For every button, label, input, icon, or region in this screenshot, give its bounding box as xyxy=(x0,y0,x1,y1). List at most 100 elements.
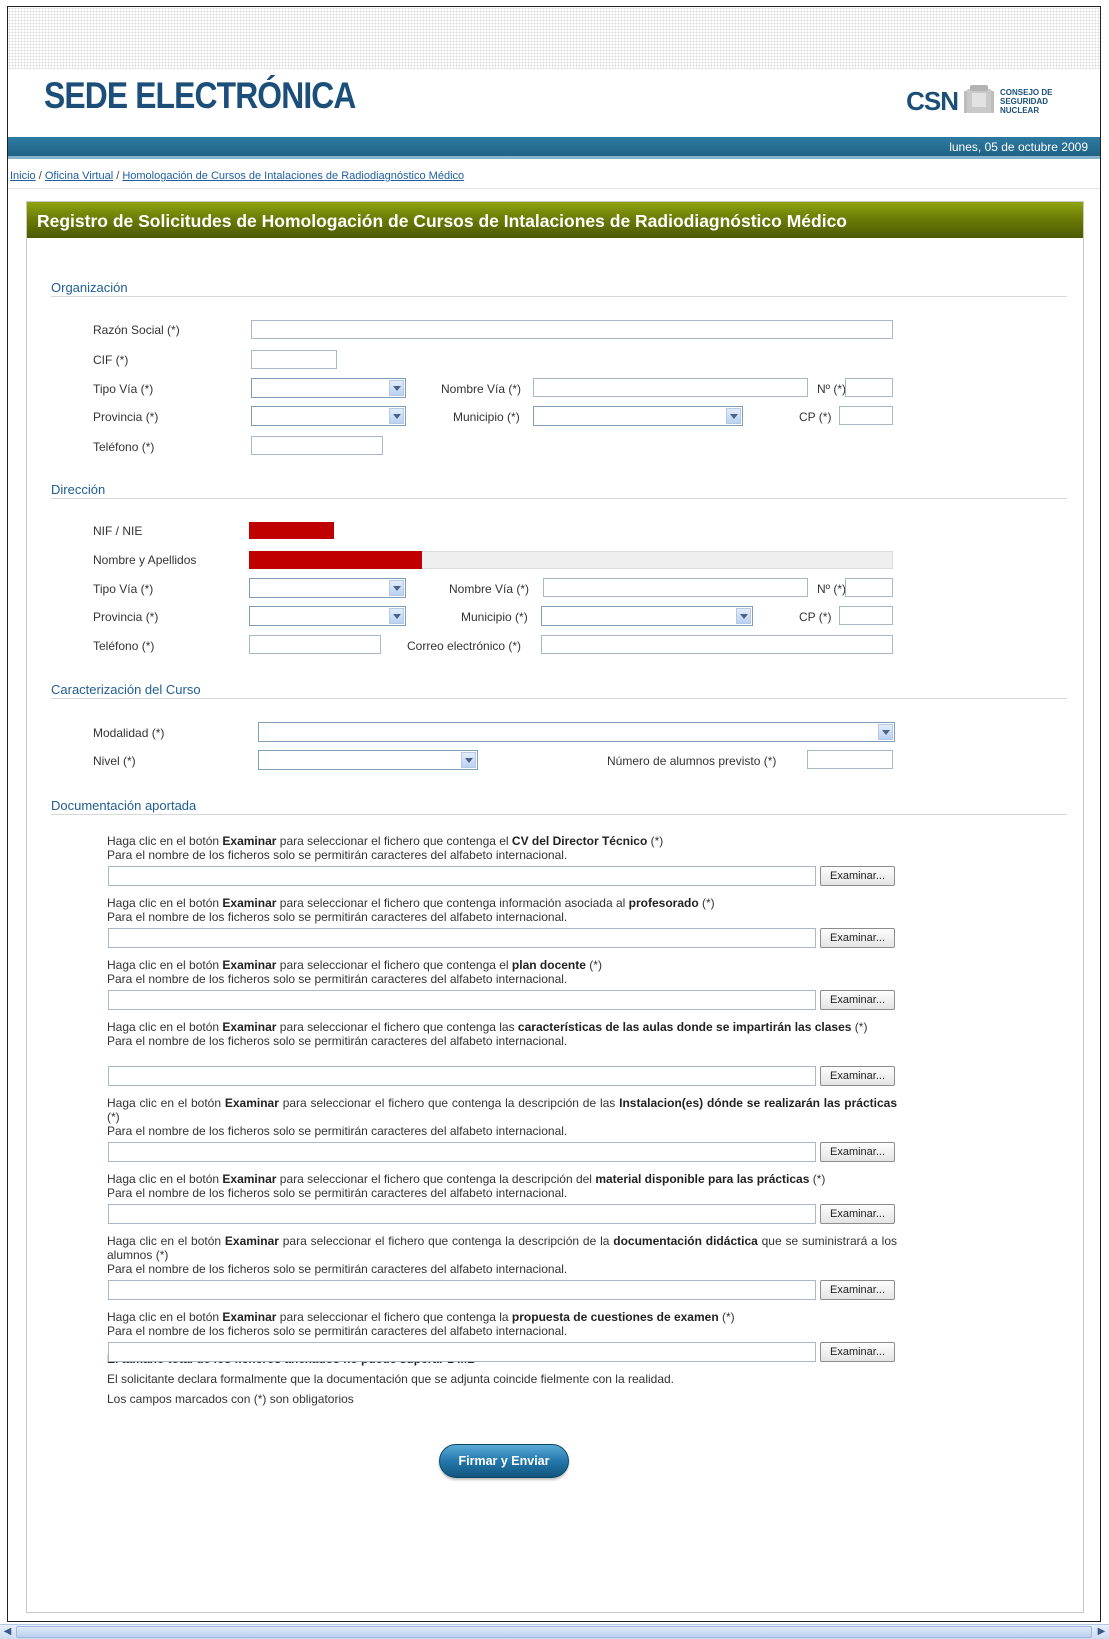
filename-note: Para el nombre de los ficheros solo se p… xyxy=(107,910,568,924)
document-instruction: Haga clic en el botón Examinar para sele… xyxy=(107,1172,897,1200)
chevron-down-icon xyxy=(726,408,741,424)
document-instruction: Haga clic en el botón Examinar para sele… xyxy=(107,834,897,862)
org-provincia-select[interactable] xyxy=(251,406,406,426)
examinar-button[interactable]: Examinar... xyxy=(820,1280,895,1300)
required-marker: (*) xyxy=(647,834,664,848)
label-numero: Nº (*) xyxy=(817,382,847,396)
label-nif: NIF / NIE xyxy=(93,524,143,538)
file-path-input[interactable] xyxy=(108,1280,816,1300)
label-telefono: Teléfono (*) xyxy=(93,639,155,653)
org-cp-input[interactable] xyxy=(839,406,893,425)
examinar-button[interactable]: Examinar... xyxy=(820,866,895,886)
file-path-input[interactable] xyxy=(108,928,816,948)
firmar-enviar-button[interactable]: Firmar y Enviar xyxy=(439,1444,569,1478)
label-provincia: Provincia (*) xyxy=(93,610,159,624)
instruction-text: para seleccionar el fichero que contenga… xyxy=(276,896,629,910)
breadcrumb-homologacion[interactable]: Homologación de Cursos de Intalaciones d… xyxy=(122,170,464,182)
dir-tipo-via-select[interactable] xyxy=(249,578,406,598)
filename-note: Para el nombre de los ficheros solo se p… xyxy=(107,972,568,986)
dir-telefono-input[interactable] xyxy=(249,635,381,654)
current-date: lunes, 05 de octubre 2009 xyxy=(949,140,1088,154)
dir-municipio-select[interactable] xyxy=(541,606,753,626)
scroll-right-icon[interactable]: ▶ xyxy=(1094,1625,1109,1639)
dir-provincia-select[interactable] xyxy=(249,606,406,626)
instruction-text: Haga clic en el botón xyxy=(107,1234,225,1248)
label-modalidad: Modalidad (*) xyxy=(93,726,165,740)
label-nombre-via: Nombre Vía (*) xyxy=(449,582,530,596)
dir-cp-input[interactable] xyxy=(839,606,893,625)
examinar-button[interactable]: Examinar... xyxy=(820,928,895,948)
file-path-input[interactable] xyxy=(108,1342,816,1362)
document-instruction: Haga clic en el botón Examinar para sele… xyxy=(107,958,897,986)
alumnos-input[interactable] xyxy=(807,750,893,769)
breadcrumb-inicio[interactable]: Inicio xyxy=(10,170,36,182)
org-municipio-select[interactable] xyxy=(533,406,743,426)
instruction-button-word: Examinar xyxy=(222,1310,277,1324)
instruction-button-word: Examinar xyxy=(222,1172,277,1186)
filename-note: Para el nombre de los ficheros solo se p… xyxy=(107,848,568,862)
dir-nombre-via-input[interactable] xyxy=(543,578,808,597)
label-cp: CP (*) xyxy=(799,610,832,624)
filename-note: Para el nombre de los ficheros solo se p… xyxy=(107,1186,568,1200)
scroll-left-icon[interactable]: ◀ xyxy=(0,1625,15,1639)
scroll-thumb[interactable] xyxy=(16,1626,1092,1638)
file-path-input[interactable] xyxy=(108,1204,816,1224)
logo-text: CONSEJO DE SEGURIDAD NUCLEAR xyxy=(1000,87,1053,115)
examinar-button[interactable]: Examinar... xyxy=(820,1342,895,1362)
instruction-text: para seleccionar el fichero que contenga… xyxy=(276,834,512,848)
file-path-input[interactable] xyxy=(108,866,816,886)
cif-input[interactable] xyxy=(251,350,337,369)
horizontal-scrollbar[interactable]: ◀ ▶ xyxy=(0,1624,1109,1639)
document-type: plan docente xyxy=(511,958,586,972)
chevron-down-icon xyxy=(389,608,404,624)
label-numero: Nº (*) xyxy=(817,582,847,596)
chevron-down-icon xyxy=(389,580,404,596)
required-marker: (*) xyxy=(585,958,602,972)
form-panel: Registro de Solicitudes de Homologación … xyxy=(26,201,1084,1613)
instruction-button-word: Examinar xyxy=(224,1234,279,1248)
instruction-text: para seleccionar el fichero que contenga… xyxy=(276,1310,512,1324)
file-path-input[interactable] xyxy=(108,990,816,1010)
filename-note: Para el nombre de los ficheros solo se p… xyxy=(107,1124,568,1138)
instruction-text: Haga clic en el botón xyxy=(107,1096,225,1110)
label-municipio: Municipio (*) xyxy=(453,410,520,424)
breadcrumb-oficina-virtual[interactable]: Oficina Virtual xyxy=(45,170,113,182)
instruction-text: para seleccionar el fichero que contenga… xyxy=(276,1172,596,1186)
modalidad-select[interactable] xyxy=(258,722,895,742)
org-numero-input[interactable] xyxy=(845,378,893,397)
dir-correo-input[interactable] xyxy=(541,635,893,654)
instruction-button-word: Examinar xyxy=(222,834,277,848)
header-pattern xyxy=(8,7,1100,69)
document-type: profesorado xyxy=(628,896,699,910)
examinar-button[interactable]: Examinar... xyxy=(820,1066,895,1086)
required-marker: (*) xyxy=(152,1248,169,1262)
nif-redacted-value xyxy=(249,522,334,539)
chevron-down-icon xyxy=(389,408,404,424)
instruction-button-word: Examinar xyxy=(222,1020,277,1034)
examinar-button[interactable]: Examinar... xyxy=(820,1142,895,1162)
instruction-text: Haga clic en el botón xyxy=(107,958,223,972)
file-path-input[interactable] xyxy=(108,1066,816,1086)
razon-social-input[interactable] xyxy=(251,320,893,339)
org-tipo-via-select[interactable] xyxy=(251,378,406,398)
instruction-text: Haga clic en el botón xyxy=(107,834,223,848)
filename-note: Para el nombre de los ficheros solo se p… xyxy=(107,1262,568,1276)
document-instruction: Haga clic en el botón Examinar para sele… xyxy=(107,1020,897,1048)
document-instruction: Haga clic en el botón Examinar para sele… xyxy=(107,1096,897,1138)
csn-logo[interactable]: CSN CONSEJO DE SEGURIDAD NUCLEAR xyxy=(906,81,1082,121)
label-nombre-apellidos: Nombre y Apellidos xyxy=(93,553,197,567)
document-type: características de las aulas donde se im… xyxy=(517,1020,852,1034)
file-path-input[interactable] xyxy=(108,1142,816,1162)
label-provincia: Provincia (*) xyxy=(93,410,159,424)
section-documentacion: Documentación aportada xyxy=(51,798,197,813)
org-telefono-input[interactable] xyxy=(251,436,383,455)
examinar-button[interactable]: Examinar... xyxy=(820,990,895,1010)
examinar-button[interactable]: Examinar... xyxy=(820,1204,895,1224)
org-nombre-via-input[interactable] xyxy=(533,378,808,397)
nivel-select[interactable] xyxy=(258,750,478,770)
nombre-redacted-value xyxy=(249,551,422,569)
required-marker: (*) xyxy=(698,896,715,910)
label-cp: CP (*) xyxy=(799,410,832,424)
dir-numero-input[interactable] xyxy=(845,578,893,597)
label-tipo-via: Tipo Vía (*) xyxy=(93,582,154,596)
